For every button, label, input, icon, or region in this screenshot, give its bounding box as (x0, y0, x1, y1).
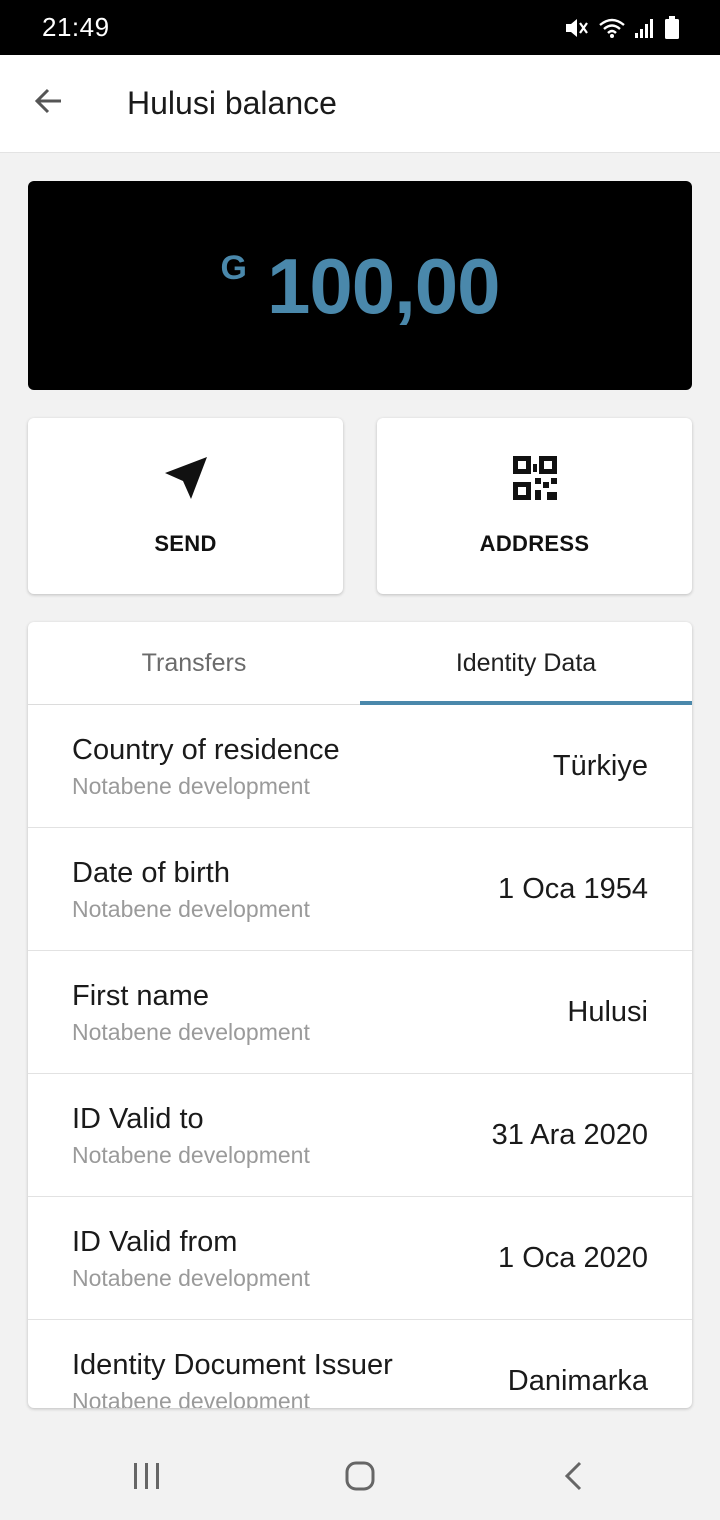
mute-icon (564, 17, 590, 39)
identity-panel: Transfers Identity Data Country of resid… (28, 622, 692, 1408)
system-back-button[interactable] (513, 1444, 633, 1514)
arrow-left-icon (33, 85, 65, 122)
item-value: 1 Oca 1954 (498, 872, 648, 905)
item-subtitle: Notabene development (72, 1265, 310, 1291)
item-title: Identity Document Issuer (72, 1349, 393, 1381)
battery-icon (664, 15, 680, 40)
back-nav-icon (562, 1460, 584, 1497)
list-item[interactable]: Date of birth Notabene development 1 Oca… (28, 828, 692, 951)
list-item[interactable]: Country of residence Notabene developmen… (28, 705, 692, 828)
item-value: Danimarka (507, 1364, 648, 1397)
item-title: Date of birth (72, 857, 230, 889)
qr-code-icon (512, 455, 557, 501)
tab-transfers[interactable]: Transfers (28, 622, 360, 704)
currency-symbol: G (220, 248, 247, 287)
item-subtitle: Notabene development (72, 1142, 310, 1168)
page-title: Hulusi balance (127, 85, 337, 121)
wifi-icon (598, 17, 626, 39)
signal-icon (634, 17, 656, 39)
item-value: 1 Oca 2020 (498, 1241, 648, 1274)
item-value: Türkiye (552, 749, 648, 782)
item-title: ID Valid to (72, 1103, 204, 1135)
list-item[interactable]: ID Valid to Notabene development 31 Ara … (28, 1074, 692, 1197)
address-button[interactable]: ADDRESS (377, 418, 692, 594)
back-button[interactable] (19, 74, 79, 134)
send-label: SEND (154, 531, 217, 556)
address-label: ADDRESS (479, 531, 590, 556)
home-button[interactable] (300, 1444, 420, 1514)
item-subtitle: Notabene development (72, 1388, 310, 1408)
item-subtitle: Notabene development (72, 773, 310, 799)
item-subtitle: Notabene development (72, 896, 310, 922)
status-time: 21:49 (42, 12, 110, 42)
recent-apps-button[interactable] (87, 1444, 207, 1514)
item-value: 31 Ara 2020 (491, 1118, 648, 1151)
status-icons (564, 15, 680, 40)
screen: 21:49 Hulusi balance G 100,00 SEND ADDRE… (0, 0, 720, 1520)
list-item[interactable]: ID Valid from Notabene development 1 Oca… (28, 1197, 692, 1320)
send-button[interactable]: SEND (28, 418, 343, 594)
item-subtitle: Notabene development (72, 1019, 310, 1045)
identity-list: Country of residence Notabene developmen… (28, 705, 692, 1408)
tab-identity-data[interactable]: Identity Data (360, 622, 692, 704)
list-item[interactable]: First name Notabene development Hulusi (28, 951, 692, 1074)
item-title: ID Valid from (72, 1226, 238, 1258)
item-title: Country of residence (72, 734, 340, 766)
item-value: Hulusi (567, 995, 648, 1028)
item-title: First name (72, 980, 209, 1012)
list-item[interactable]: Identity Document Issuer Notabene develo… (28, 1320, 692, 1408)
home-icon (344, 1460, 376, 1497)
system-nav-bar (0, 1437, 720, 1520)
balance-card: G 100,00 (28, 181, 692, 390)
status-bar: 21:49 (0, 0, 720, 55)
balance-amount: 100,00 (266, 241, 501, 330)
tab-bar: Transfers Identity Data (28, 622, 692, 705)
app-bar: Hulusi balance (0, 55, 720, 153)
send-icon (163, 455, 209, 501)
recent-apps-icon (132, 1462, 162, 1495)
